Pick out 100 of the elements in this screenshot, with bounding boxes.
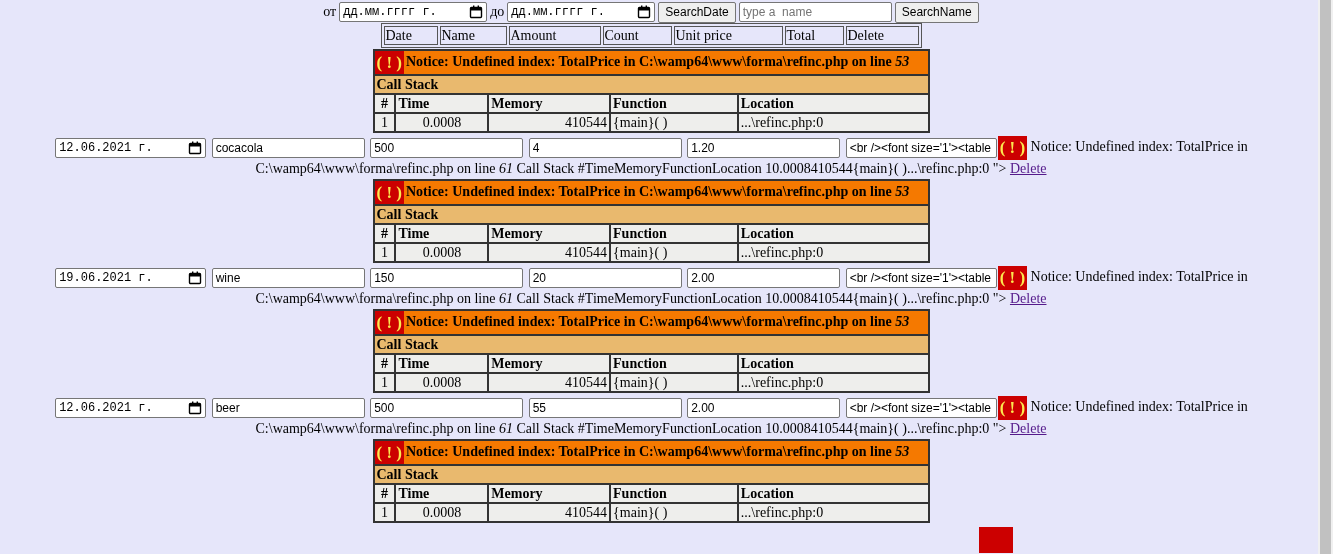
count-field[interactable]: 4 [528, 138, 682, 158]
stack-column-header: Memory [488, 94, 611, 113]
count-field[interactable]: 55 [528, 398, 682, 418]
date-label: от [323, 4, 337, 20]
delete-link[interactable]: Delete [1009, 161, 1047, 176]
calendar-icon[interactable] [188, 141, 203, 155]
stack-cell: 410544 [488, 113, 611, 132]
stack-cell: 1 [373, 113, 396, 132]
amount-field[interactable]: 500 [370, 138, 524, 158]
amount-field[interactable]: 150 [370, 268, 524, 288]
date-field[interactable]: дд.мм.гггг г. [339, 2, 488, 22]
stack-column-header: # [373, 224, 396, 243]
search-date-button[interactable]: SearchDate [658, 1, 736, 23]
stack-cell: {main}( ) [610, 503, 738, 522]
stack-cell: 0.0008 [395, 113, 489, 132]
call-stack-title: Call Stack [373, 75, 929, 94]
column-header: Name [439, 26, 507, 45]
stack-column-header: Time [395, 354, 489, 373]
delete-link[interactable]: Delete [1009, 421, 1047, 436]
stack-cell: 0.0008 [395, 373, 489, 392]
name-field[interactable]: beer [211, 398, 365, 418]
column-header: Total [784, 26, 844, 45]
name-search-field[interactable]: type a name [738, 2, 892, 22]
call-stack-title: Call Stack [373, 465, 929, 484]
unit-price-field[interactable]: 1.20 [687, 138, 841, 158]
stack-column-header: Memory [488, 484, 611, 503]
call-stack-title: Call Stack [373, 205, 929, 224]
unit-price-field[interactable]: 2.00 [687, 398, 841, 418]
error-message: Notice: Undefined index: TotalPrice in C:\wamp64\www\forma\refinc.php on line 53 [406, 443, 910, 459]
error-message: Notice: Undefined index: TotalPrice in C:\wamp64\www\forma\refinc.php on line 53 [406, 53, 910, 69]
name-field[interactable]: wine [211, 268, 365, 288]
scrollbar[interactable] [1318, 0, 1333, 554]
stack-column-header: Time [395, 484, 489, 503]
amount-field[interactable]: 500 [370, 398, 524, 418]
error-icon: ( ! ) [374, 441, 404, 464]
stack-cell: {main}( ) [610, 373, 738, 392]
stack-cell: {main}( ) [610, 243, 738, 262]
stack-cell: ...\refinc.php:0 [737, 503, 929, 522]
error-icon: ( ! ) [374, 51, 404, 74]
stack-cell: 410544 [488, 373, 611, 392]
total-field[interactable]: <br /><font size='1'><table [845, 138, 997, 158]
calendar-icon[interactable] [188, 401, 203, 415]
column-header: Delete [845, 26, 919, 45]
stack-cell: ...\refinc.php:0 [737, 373, 929, 392]
date-field[interactable]: 12.06.2021 г. [55, 398, 207, 418]
column-header: Amount [508, 26, 601, 45]
stack-cell: 0.0008 [395, 243, 489, 262]
stack-column-header: Function [610, 354, 738, 373]
stack-cell: {main}( ) [610, 113, 738, 132]
stack-column-header: Function [610, 94, 738, 113]
stack-column-header: Location [737, 354, 929, 373]
column-header: Unit price [673, 26, 783, 45]
stack-cell: 410544 [488, 243, 611, 262]
date-label: до [490, 4, 505, 20]
error-icon: ( ! ) [997, 396, 1028, 420]
calendar-icon[interactable] [469, 5, 484, 19]
date-field[interactable]: 12.06.2021 г. [55, 138, 207, 158]
error-icon [979, 527, 1013, 553]
error-message: Notice: Undefined index: TotalPrice in [1030, 399, 1248, 415]
stack-cell: 410544 [488, 503, 611, 522]
stack-column-header: Time [395, 224, 489, 243]
error-trace: C:\wamp64\www\forma\refinc.php on line 61 Call Stack #TimeMemoryFunctionLocation 10.0008410544{main}( )...\refinc.php:0 "> [255, 421, 1007, 436]
stack-column-header: Memory [488, 224, 611, 243]
error-message: Notice: Undefined index: TotalPrice in C:\wamp64\www\forma\refinc.php on line 53 [406, 183, 910, 199]
stack-cell: 1 [373, 243, 396, 262]
error-icon: ( ! ) [374, 181, 404, 204]
error-icon: ( ! ) [374, 311, 404, 334]
stack-column-header: # [373, 94, 396, 113]
error-trace: C:\wamp64\www\forma\refinc.php on line 61 Call Stack #TimeMemoryFunctionLocation 10.0008410544{main}( )...\refinc.php:0 "> [255, 291, 1007, 306]
stack-cell: 1 [373, 503, 396, 522]
error-icon: ( ! ) [997, 266, 1028, 290]
calendar-icon[interactable] [188, 271, 203, 285]
stack-column-header: Function [610, 224, 738, 243]
stack-cell: ...\refinc.php:0 [737, 113, 929, 132]
error-trace: C:\wamp64\www\forma\refinc.php on line 61 Call Stack #TimeMemoryFunctionLocation 10.0008410544{main}( )...\refinc.php:0 "> [255, 161, 1007, 176]
total-field[interactable]: <br /><font size='1'><table [845, 268, 997, 288]
total-field[interactable]: <br /><font size='1'><table [845, 398, 997, 418]
stack-column-header: # [373, 354, 396, 373]
error-message: Notice: Undefined index: TotalPrice in C:\wamp64\www\forma\refinc.php on line 53 [406, 313, 910, 329]
delete-link[interactable]: Delete [1009, 291, 1047, 306]
search-name-button[interactable]: SearchName [894, 1, 979, 23]
stack-cell: 1 [373, 373, 396, 392]
date-field[interactable]: 19.06.2021 г. [55, 268, 207, 288]
call-stack-title: Call Stack [373, 335, 929, 354]
stack-cell: 0.0008 [395, 503, 489, 522]
stack-column-header: Location [737, 224, 929, 243]
count-field[interactable]: 20 [528, 268, 682, 288]
date-field[interactable]: дд.мм.гггг г. [507, 2, 656, 22]
column-header: Count [602, 26, 672, 45]
calendar-icon[interactable] [637, 5, 652, 19]
stack-column-header: Function [610, 484, 738, 503]
stack-column-header: Location [737, 484, 929, 503]
stack-column-header: # [373, 484, 396, 503]
error-icon: ( ! ) [997, 136, 1028, 160]
unit-price-field[interactable]: 2.00 [687, 268, 841, 288]
stack-column-header: Time [395, 94, 489, 113]
name-field[interactable]: cocacola [211, 138, 365, 158]
stack-column-header: Location [737, 94, 929, 113]
error-message: Notice: Undefined index: TotalPrice in [1030, 269, 1248, 285]
column-header: Date [383, 26, 438, 45]
